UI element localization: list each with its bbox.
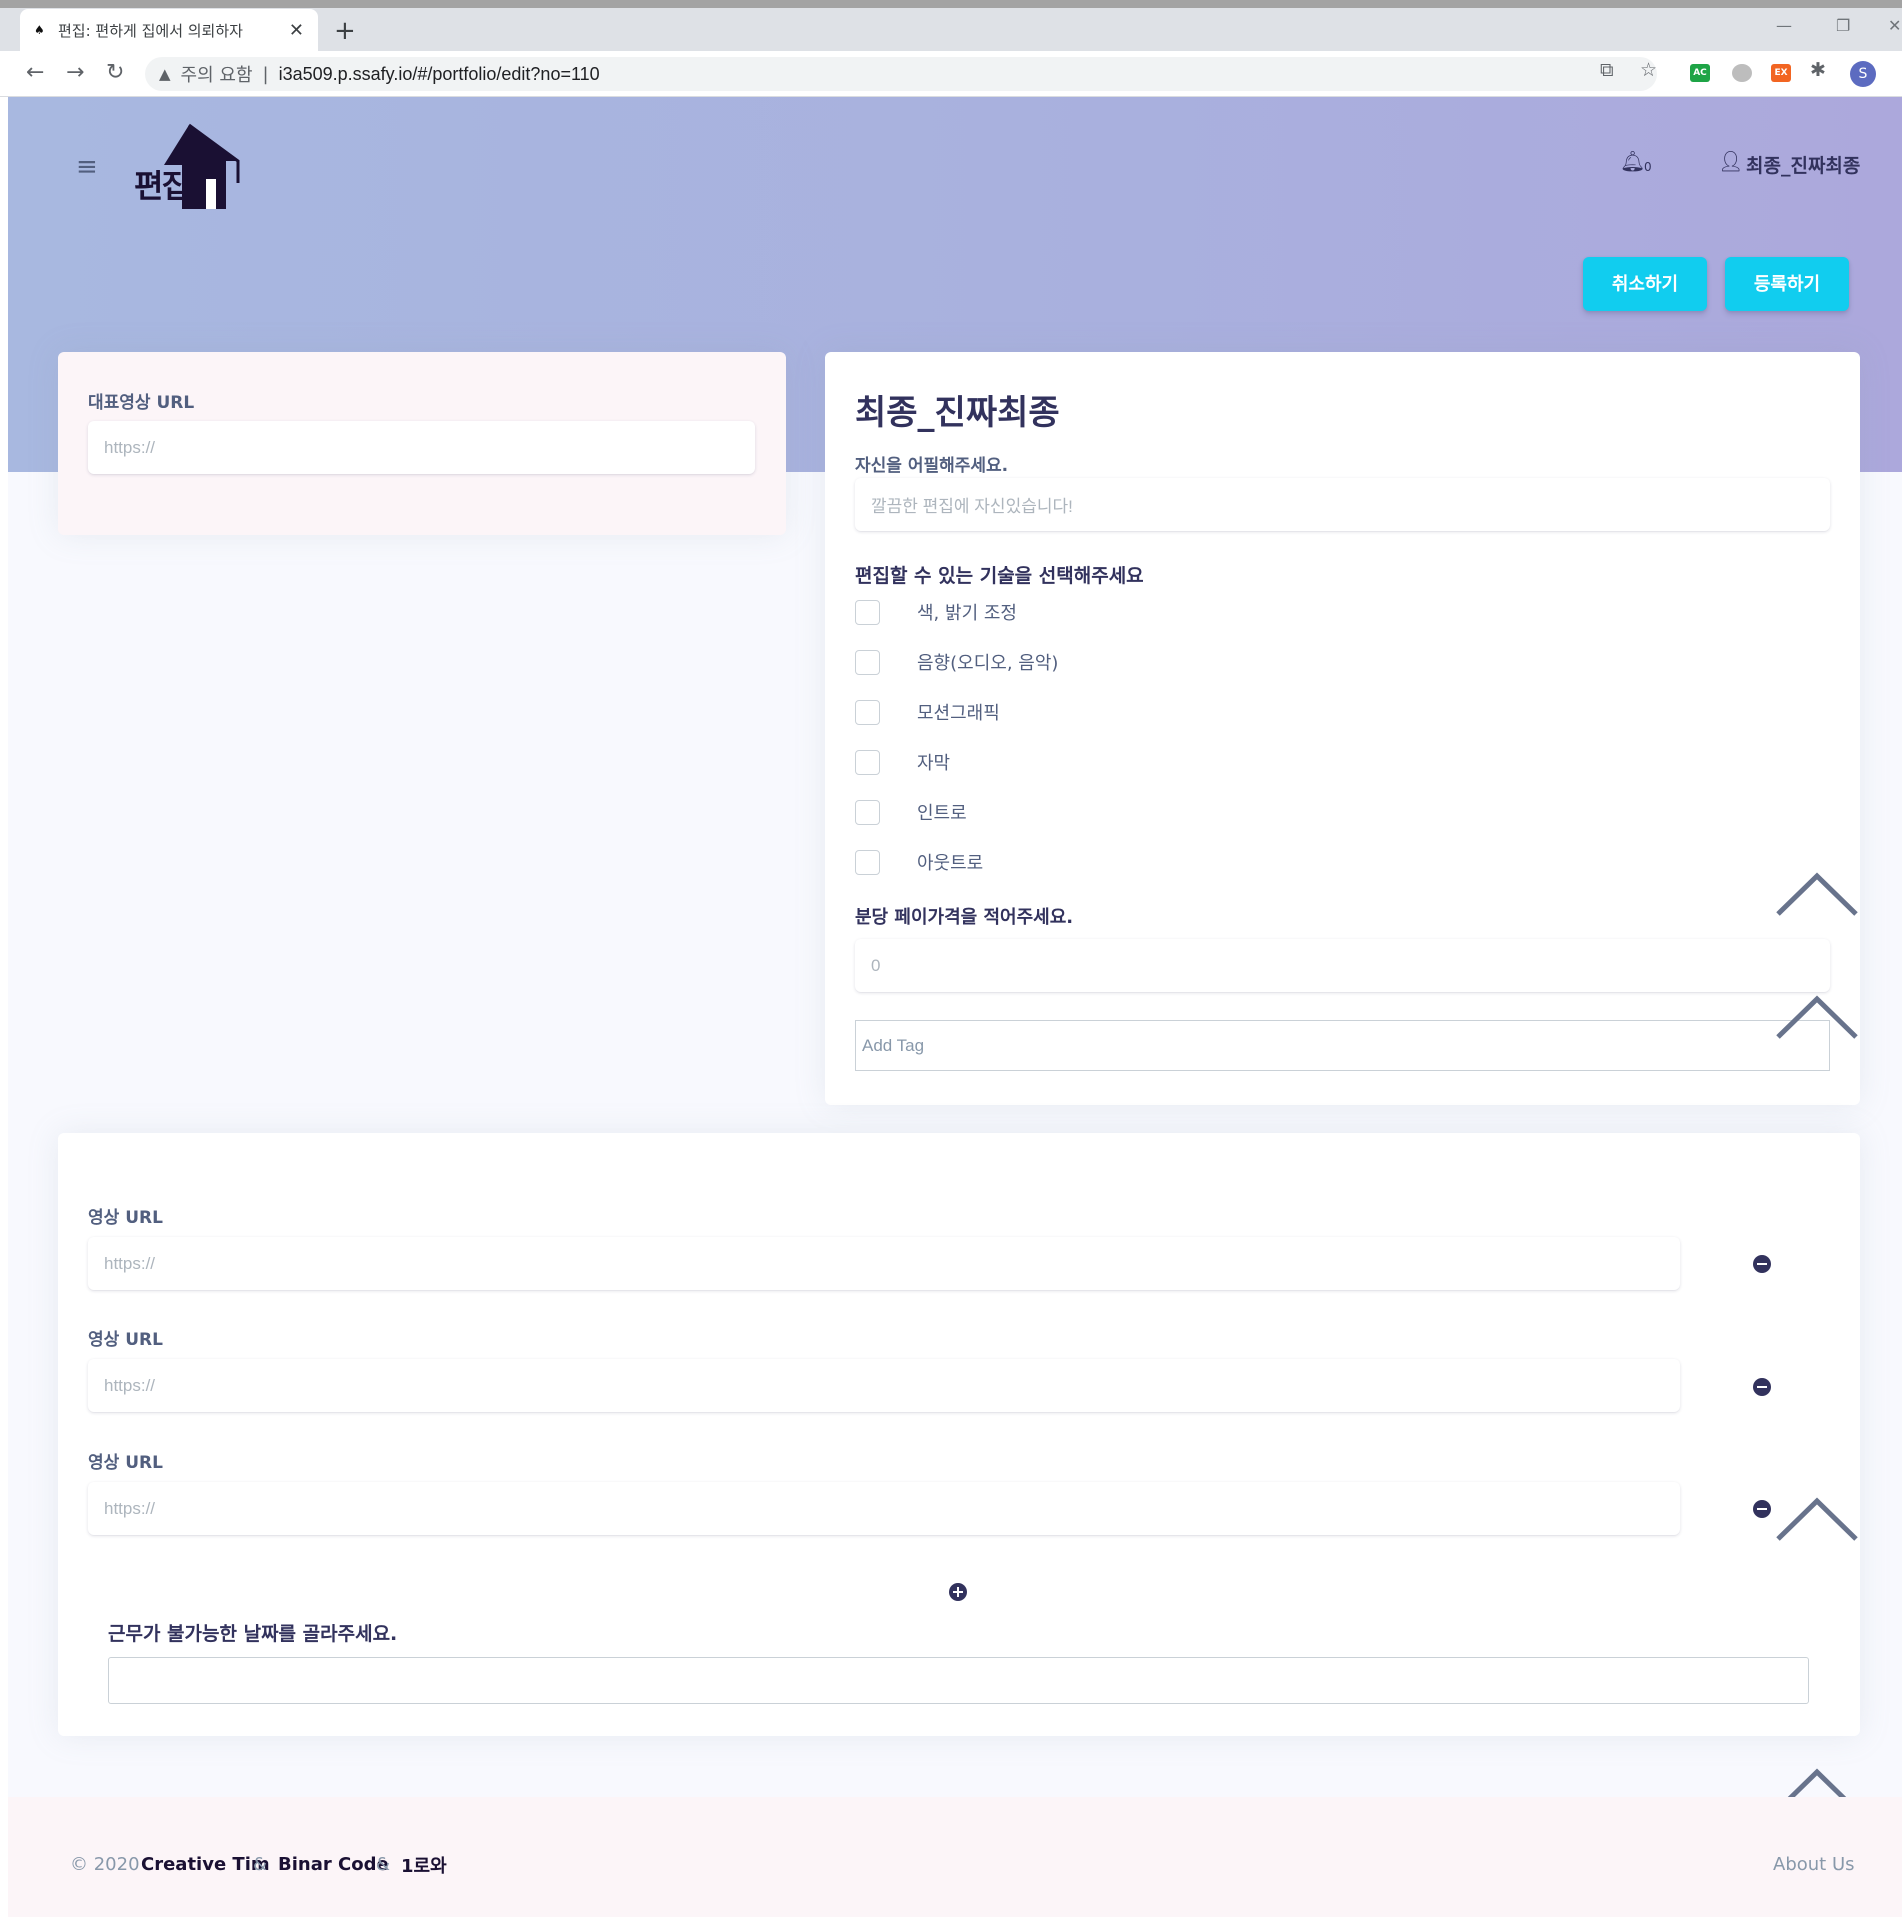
translate-icon[interactable]: ⧉ — [1600, 59, 1614, 81]
submit-button[interactable]: 등록하기 — [1725, 257, 1849, 311]
footer-credit-binar-code[interactable]: Binar Code — [278, 1854, 389, 1875]
footer: © 2020 Creative Tim & Binar Code & 1로와 A… — [8, 1797, 1902, 1917]
skill-checkbox-audio[interactable] — [855, 650, 880, 675]
video-url-input-2[interactable]: https:// — [88, 1359, 1680, 1412]
minus-circle-icon[interactable] — [1753, 1500, 1771, 1518]
user-icon[interactable]: 👤︎ — [1718, 149, 1743, 173]
appeal-input[interactable]: 깔끔한 편집에 자신있습니다! — [855, 478, 1830, 531]
restore-icon[interactable]: ❐ — [1836, 16, 1850, 35]
logo[interactable]: 편집 — [134, 123, 244, 213]
favicon-icon: ♠ — [34, 23, 45, 37]
skill-label-audio: 음향(오디오, 음악) — [917, 653, 1059, 674]
ext-ex-icon[interactable]: EX — [1771, 64, 1791, 82]
url-text: i3a509.p.ssafy.io/#/portfolio/edit?no=11… — [278, 63, 600, 84]
minus-circle-icon[interactable] — [1753, 1378, 1771, 1396]
tag-placeholder: Add Tag — [862, 1035, 925, 1055]
logo-text: 편집 — [134, 167, 191, 205]
video-url-label-1: 영상 URL — [88, 1208, 163, 1228]
skill-checkbox-subtitle[interactable] — [855, 750, 880, 775]
forward-icon[interactable]: → — [66, 60, 84, 85]
star-icon[interactable]: ☆ — [1640, 59, 1657, 81]
chevron-up-icon[interactable] — [1776, 1495, 1858, 1543]
new-tab-icon[interactable]: + — [334, 16, 356, 46]
appeal-label: 자신을 어필해주세요. — [855, 456, 1009, 476]
chevron-up-icon[interactable] — [1776, 993, 1858, 1041]
reload-icon[interactable]: ↻ — [106, 60, 124, 85]
main-video-label: 대표영상 URL — [88, 393, 195, 413]
skill-checkbox-outro[interactable] — [855, 850, 880, 875]
profile-card: 최종_진짜최종 자신을 어필해주세요. 깔끔한 편집에 자신있습니다! 편집할 … — [825, 352, 1860, 1105]
minus-circle-icon[interactable] — [1753, 1255, 1771, 1273]
back-icon[interactable]: ← — [26, 60, 44, 85]
window-close-icon[interactable]: ✕ — [1888, 16, 1901, 35]
profile-avatar[interactable]: S — [1850, 61, 1876, 87]
price-value: 0 — [871, 955, 881, 975]
tab-title: 편집: 편하게 집에서 의뢰하자 — [58, 21, 243, 40]
main-video-card: 대표영상 URL https:// — [58, 352, 786, 535]
video-url-placeholder-3: https:// — [104, 1498, 156, 1518]
unavailable-date-label: 근무가 불가능한 날짜를 골라주세요. — [108, 1623, 398, 1645]
unavailable-date-picker[interactable] — [108, 1657, 1809, 1704]
footer-copyright: © 2020 — [70, 1854, 140, 1875]
warning-icon: ▲ — [159, 65, 171, 83]
video-url-input-3[interactable]: https:// — [88, 1482, 1680, 1535]
footer-credit-team[interactable]: 1로와 — [401, 1852, 447, 1878]
notification-count: 0 — [1644, 160, 1652, 174]
skill-checkbox-motion[interactable] — [855, 700, 880, 725]
skill-checkbox-intro[interactable] — [855, 800, 880, 825]
footer-amp-1: & — [253, 1854, 268, 1875]
chevron-up-icon[interactable] — [1776, 870, 1858, 918]
tag-input[interactable]: Add Tag — [855, 1020, 1830, 1071]
hamburger-icon[interactable]: ≡ — [76, 152, 98, 182]
address-bar: ← → ↻ ▲ 주의 요함 | i3a509.p.ssafy.io/#/port… — [0, 51, 1902, 97]
footer-amp-2: & — [376, 1854, 391, 1875]
omnibox[interactable]: ▲ 주의 요함 | i3a509.p.ssafy.io/#/portfolio/… — [145, 57, 1657, 91]
appeal-placeholder: 깔끔한 편집에 자신있습니다! — [871, 497, 1073, 516]
footer-about-link[interactable]: About Us — [1773, 1854, 1855, 1875]
video-url-placeholder-2: https:// — [104, 1375, 156, 1395]
main-video-placeholder: https:// — [104, 437, 156, 457]
security-label: 주의 요함 — [180, 65, 253, 86]
cancel-button[interactable]: 취소하기 — [1583, 257, 1707, 311]
skill-label-motion: 모션그래픽 — [917, 703, 1000, 724]
plus-circle-icon[interactable] — [949, 1583, 967, 1601]
skill-checkbox-color[interactable] — [855, 600, 880, 625]
window-top-strip — [0, 0, 1902, 8]
video-url-placeholder-1: https:// — [104, 1253, 156, 1273]
user-name[interactable]: 최종_진짜최종 — [1746, 151, 1860, 178]
separator: | — [262, 63, 269, 85]
footer-credit-creative-tim[interactable]: Creative Tim — [141, 1854, 270, 1875]
video-urls-card: 영상 URL https:// 영상 URL https:// 영상 URL h… — [58, 1133, 1860, 1736]
tab-close-icon[interactable]: ✕ — [289, 20, 304, 41]
bell-icon[interactable]: 🔔︎ — [1620, 149, 1645, 173]
ext-circle-icon[interactable] — [1732, 64, 1752, 82]
browser-tab[interactable]: ♠ 편집: 편하게 집에서 의뢰하자 ✕ — [20, 9, 318, 51]
page: ≡ 편집 🔔︎ 0 👤︎ 최종_진짜최종 취소하기 등록하기 대표영상 URL … — [8, 97, 1902, 1917]
main-video-input[interactable]: https:// — [88, 421, 755, 474]
skill-label-color: 색, 밝기 조정 — [917, 603, 1017, 624]
skills-label: 편집할 수 있는 기술을 선택해주세요 — [855, 565, 1144, 587]
skill-label-subtitle: 자막 — [917, 753, 951, 774]
tab-bar: ♠ 편집: 편하게 집에서 의뢰하자 ✕ + — ❐ ✕ — [0, 8, 1902, 51]
video-url-input-1[interactable]: https:// — [88, 1237, 1680, 1290]
video-url-label-2: 영상 URL — [88, 1330, 163, 1350]
price-input[interactable]: 0 — [855, 939, 1830, 992]
price-label: 분당 페이가격을 적어주세요. — [855, 907, 1074, 928]
ext-ac-icon[interactable]: AC — [1690, 64, 1710, 82]
extensions-icon[interactable]: ✱ — [1810, 59, 1826, 81]
minimize-icon[interactable]: — — [1776, 16, 1792, 35]
video-url-label-3: 영상 URL — [88, 1453, 163, 1473]
skill-label-intro: 인트로 — [917, 803, 967, 824]
portfolio-title: 최종_진짜최종 — [855, 393, 1060, 433]
skill-label-outro: 아웃트로 — [917, 853, 984, 874]
